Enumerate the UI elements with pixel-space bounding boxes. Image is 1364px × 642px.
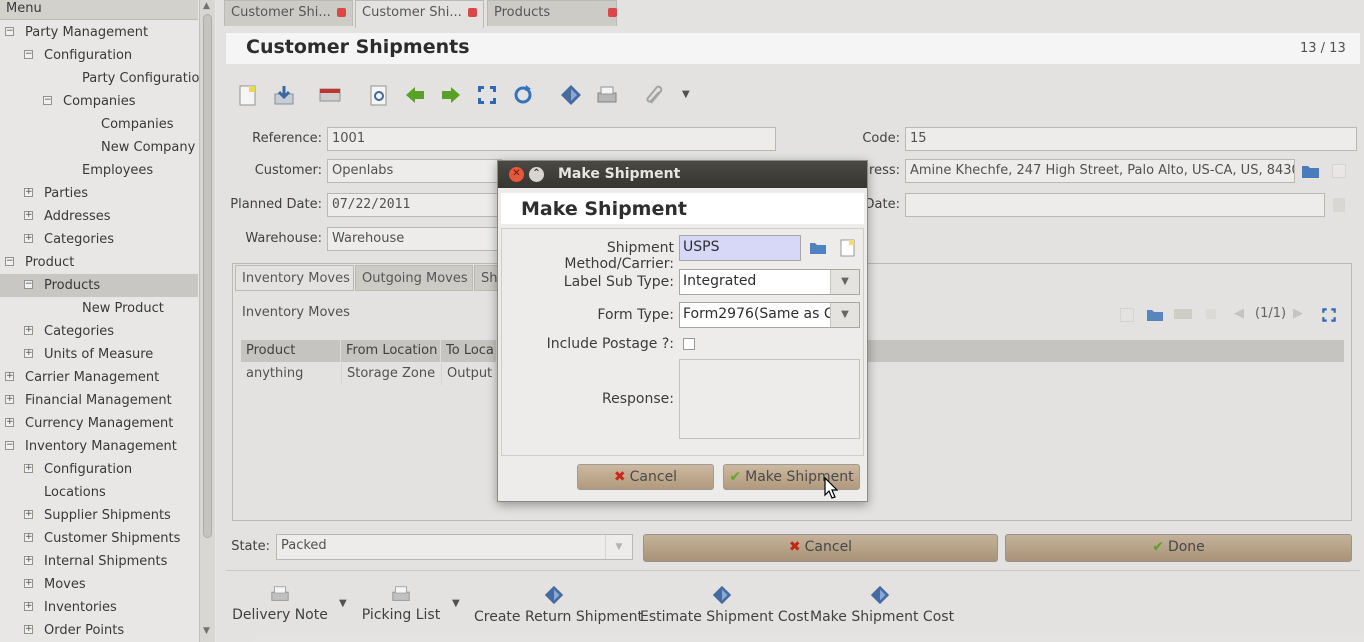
label-subtype-label: Label Sub Type: xyxy=(563,274,674,290)
make-shipment-dialog: ✕ ⌃ Make Shipment Make Shipment Shipment… xyxy=(497,160,868,502)
response-textarea[interactable] xyxy=(679,359,860,439)
minimize-window-icon[interactable]: ⌃ xyxy=(529,167,544,182)
dialog-cancel-button[interactable]: ✖ Cancel xyxy=(577,464,714,490)
dialog-window-title: Make Shipment xyxy=(558,166,681,182)
form-type-value: Form2976(Same as CN xyxy=(683,306,845,322)
check-icon: ✔ xyxy=(729,469,742,485)
cancel-icon: ✖ xyxy=(613,469,626,485)
response-label: Response: xyxy=(602,391,674,407)
chevron-down-icon[interactable]: ▼ xyxy=(830,303,859,327)
chevron-down-icon[interactable]: ▼ xyxy=(830,270,859,294)
folder-open-icon[interactable] xyxy=(809,240,827,255)
new-record-icon[interactable] xyxy=(840,239,856,257)
close-window-icon[interactable]: ✕ xyxy=(509,167,524,182)
carrier-field[interactable]: USPS xyxy=(679,235,801,261)
dialog-heading: Make Shipment xyxy=(521,198,687,220)
make-shipment-button[interactable]: ✔ Make Shipment xyxy=(723,464,860,490)
include-postage-checkbox[interactable] xyxy=(683,338,695,350)
form-type-label: Form Type: xyxy=(597,307,674,323)
dialog-titlebar[interactable]: ✕ ⌃ Make Shipment xyxy=(498,161,867,188)
include-postage-label: Include Postage ?: xyxy=(546,336,674,352)
form-type-select[interactable]: Form2976(Same as CN ▼ xyxy=(679,302,860,328)
mouse-cursor-icon xyxy=(824,476,839,499)
label-subtype-select[interactable]: Integrated ▼ xyxy=(679,269,860,295)
carrier-label: Shipment Method/Carrier: xyxy=(564,240,674,272)
dialog-cancel-label: Cancel xyxy=(629,469,678,485)
label-subtype-value: Integrated xyxy=(683,273,757,289)
